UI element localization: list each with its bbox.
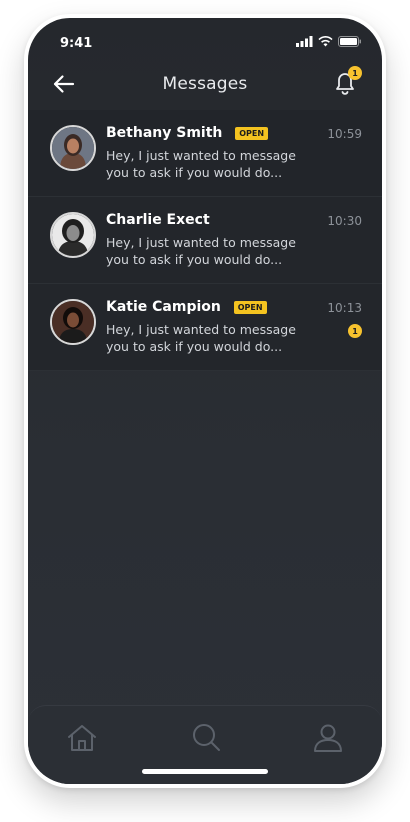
avatar <box>50 212 96 258</box>
status-badge: OPEN <box>233 301 267 314</box>
message-preview: Hey, I just wanted to message you to ask… <box>106 235 296 267</box>
signal-icon <box>296 36 313 47</box>
phone-frame: 9:41 Messages 1 Bethany Smith OPEN Hey, … <box>24 14 386 788</box>
notifications-button[interactable]: 1 <box>330 66 362 98</box>
notification-badge: 1 <box>348 66 362 80</box>
wifi-icon <box>318 36 333 47</box>
contact-name: Bethany Smith OPEN <box>106 125 269 141</box>
tab-profile[interactable] <box>310 720 346 756</box>
conversation-row[interactable]: Charlie Exect Hey, I just wanted to mess… <box>28 197 382 284</box>
avatar-photo-icon <box>52 301 94 343</box>
app-header: Messages 1 <box>28 62 382 106</box>
avatar <box>50 299 96 345</box>
tab-search[interactable] <box>188 720 224 756</box>
page-title: Messages <box>162 74 248 94</box>
conversation-row[interactable]: Bethany Smith OPEN Hey, I just wanted to… <box>28 110 382 197</box>
contact-name: Katie Campion OPEN <box>106 299 267 315</box>
conversation-list: Bethany Smith OPEN Hey, I just wanted to… <box>28 110 382 371</box>
avatar-photo-icon <box>52 127 94 169</box>
battery-icon <box>338 36 361 47</box>
avatar <box>50 125 96 171</box>
message-time: 10:30 <box>327 214 362 228</box>
status-time: 9:41 <box>60 36 93 51</box>
unread-count-badge: 1 <box>348 324 362 338</box>
contact-name: Charlie Exect <box>106 212 210 228</box>
contact-name-text: Charlie Exect <box>106 212 210 228</box>
profile-icon <box>314 724 342 752</box>
contact-name-text: Katie Campion <box>106 299 221 315</box>
bottom-tab-bar <box>28 705 382 784</box>
system-icons <box>296 36 362 47</box>
home-indicator <box>142 769 268 774</box>
avatar-photo-icon <box>52 214 94 256</box>
status-bar: 9:41 <box>28 18 382 62</box>
tab-home[interactable] <box>64 720 100 756</box>
message-time: 10:13 <box>327 301 362 315</box>
app-screen: 9:41 Messages 1 Bethany Smith OPEN Hey, … <box>28 18 382 784</box>
message-time: 10:59 <box>327 127 362 141</box>
contact-name-text: Bethany Smith <box>106 125 223 141</box>
message-preview: Hey, I just wanted to message you to ask… <box>106 148 296 180</box>
message-preview: Hey, I just wanted to message you to ask… <box>106 322 296 354</box>
status-badge: OPEN <box>235 127 269 140</box>
search-icon <box>193 724 220 751</box>
conversation-row[interactable]: Katie Campion OPEN Hey, I just wanted to… <box>28 284 382 371</box>
home-icon <box>68 725 96 751</box>
